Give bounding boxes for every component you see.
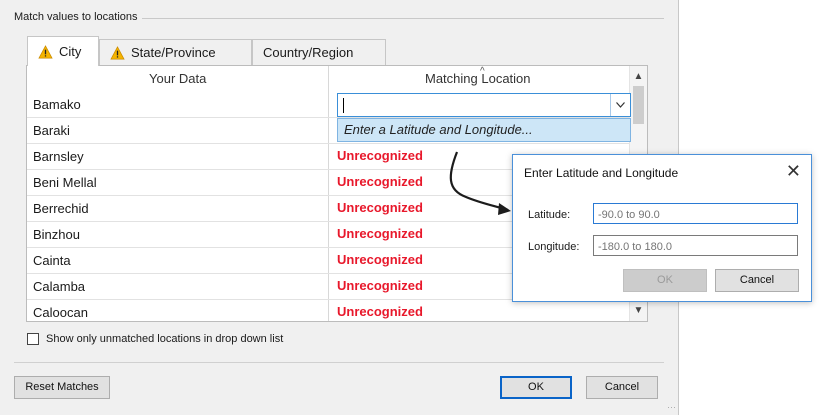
row-match: Unrecognized (337, 174, 423, 189)
tab-country-region[interactable]: Country/Region (252, 39, 386, 65)
tab-state-province[interactable]: State/Province (99, 39, 252, 65)
sort-caret-icon: ^ (480, 66, 485, 77)
combo-dropdown-button[interactable] (610, 94, 630, 116)
lat-long-dialog: Enter Latitude and Longitude ✕ Latitude:… (512, 154, 812, 302)
resize-grip-icon[interactable]: ⋯ (667, 402, 676, 413)
close-icon[interactable]: ✕ (786, 160, 801, 182)
popup-cancel-button[interactable]: Cancel (715, 269, 799, 292)
row-match: Unrecognized (337, 278, 423, 293)
row-match: Unrecognized (337, 226, 423, 241)
tab-label: City (59, 44, 82, 59)
row-name: Berrechid (33, 201, 89, 216)
scroll-thumb[interactable] (633, 86, 644, 124)
longitude-input[interactable] (593, 235, 798, 256)
row-name: Barnsley (33, 149, 84, 164)
unmatched-only-label: Show only unmatched locations in drop do… (46, 333, 284, 345)
row-match: Unrecognized (337, 200, 423, 215)
matching-location-combo[interactable] (337, 93, 631, 117)
row-match: Unrecognized (337, 304, 423, 319)
group-label: Match values to locations (14, 11, 142, 23)
row-name: Baraki (33, 123, 70, 138)
warning-icon (38, 44, 53, 58)
tab-city[interactable]: City (27, 36, 99, 66)
cancel-button[interactable]: Cancel (586, 376, 658, 399)
enter-lat-long-option[interactable]: Enter a Latitude and Longitude... (337, 118, 631, 142)
row-name: Cainta (33, 253, 71, 268)
popup-title: Enter Latitude and Longitude (524, 166, 679, 180)
row-name: Calamba (33, 279, 86, 294)
column-header-your-data[interactable]: Your Data (149, 71, 206, 86)
reset-matches-button[interactable]: Reset Matches (14, 376, 110, 399)
latitude-input[interactable] (593, 203, 798, 224)
tab-label: Country/Region (263, 45, 354, 60)
column-header-matching-location[interactable]: Matching Location (425, 71, 531, 86)
row-name: Bamako (33, 97, 81, 112)
row-name: Caloocan (33, 305, 88, 320)
scroll-down-icon[interactable]: ▼ (630, 302, 647, 319)
row-name: Binzhou (33, 227, 80, 242)
row-match: Unrecognized (337, 148, 423, 163)
table-row[interactable]: Caloocan Unrecognized (27, 300, 632, 321)
popup-ok-button[interactable]: OK (623, 269, 707, 292)
longitude-label: Longitude: (528, 241, 580, 253)
tab-label: State/Province (131, 45, 216, 60)
scroll-up-icon[interactable]: ▲ (630, 68, 647, 85)
row-name: Beni Mellal (33, 175, 97, 190)
latitude-label: Latitude: (528, 209, 571, 221)
warning-icon (110, 45, 125, 59)
text-cursor (343, 98, 344, 113)
footer-divider (14, 362, 664, 363)
unmatched-only-checkbox[interactable] (27, 333, 39, 345)
ok-button[interactable]: OK (500, 376, 572, 399)
row-match: Unrecognized (337, 252, 423, 267)
chevron-down-icon (616, 102, 625, 108)
